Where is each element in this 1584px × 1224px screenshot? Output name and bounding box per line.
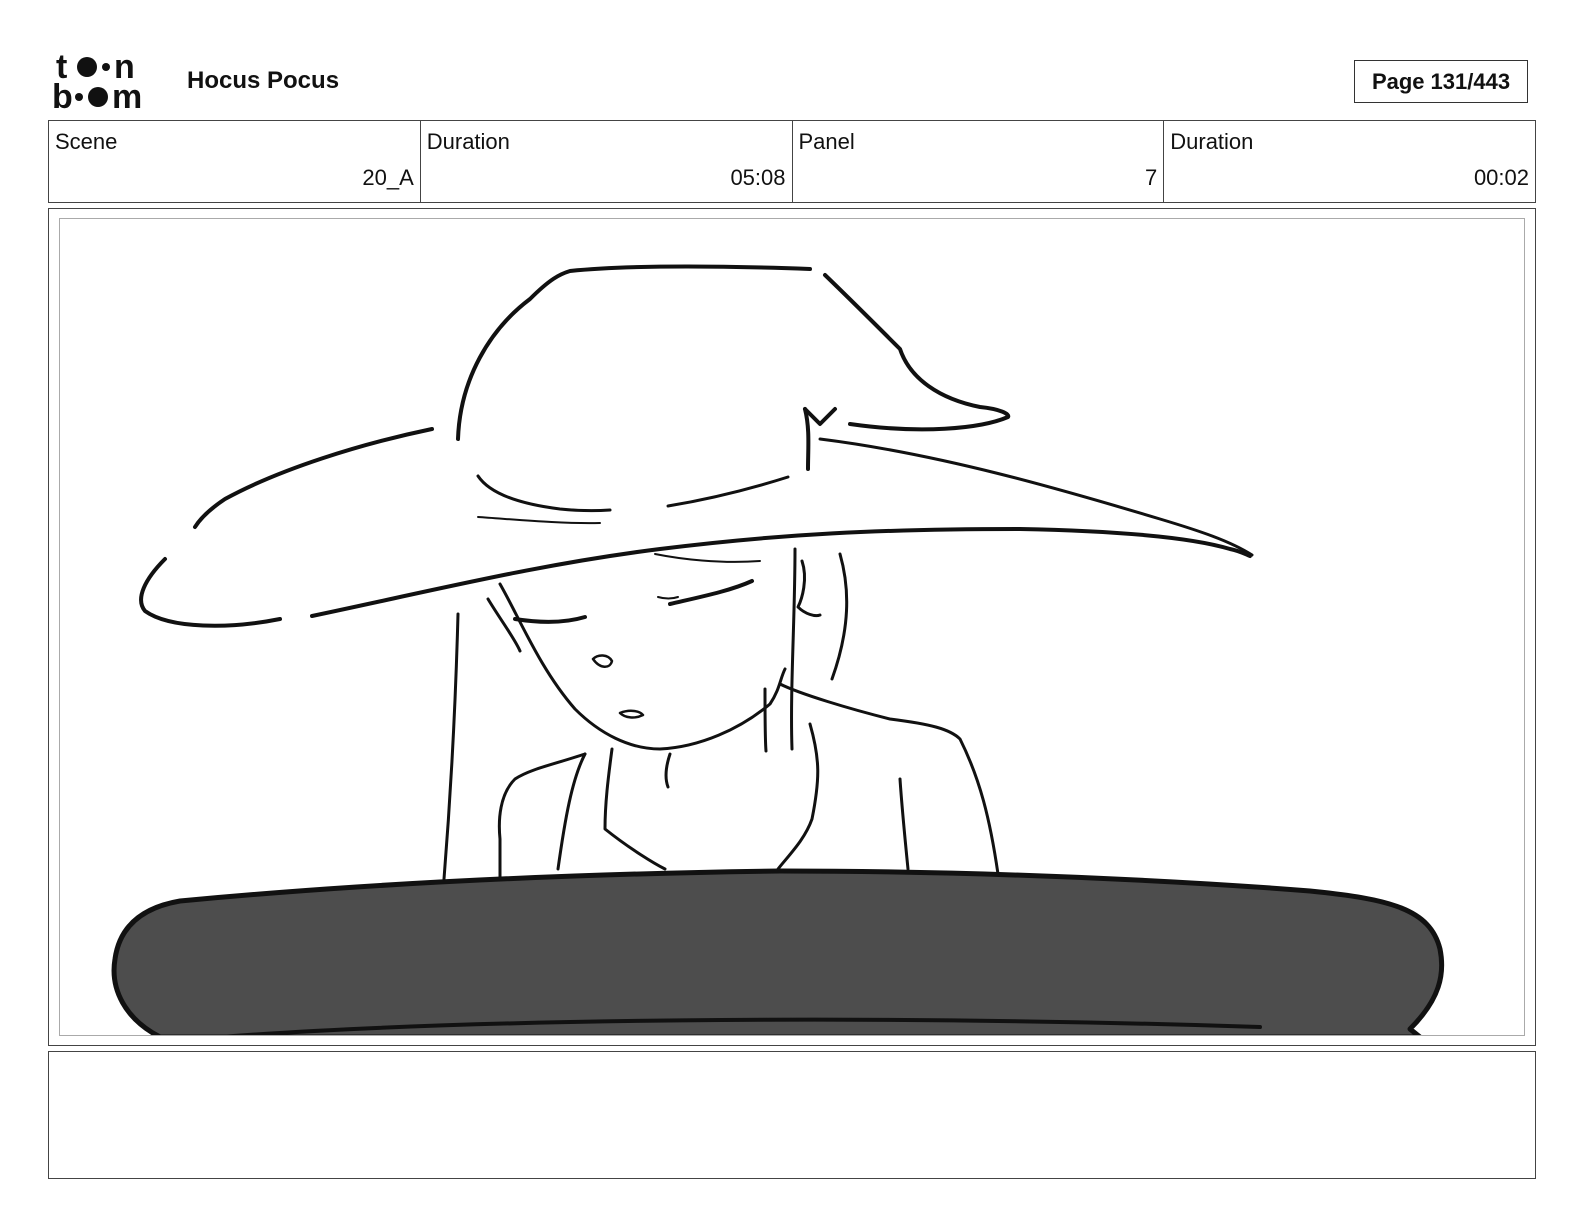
panel-info-table: Scene 20_A Duration 05:08 Panel 7 Durati… <box>48 120 1536 203</box>
panel-cell: Panel 7 <box>793 121 1165 202</box>
panel-frame <box>48 208 1536 1046</box>
scene-cell: Scene 20_A <box>49 121 421 202</box>
panel-drawing <box>59 218 1525 1036</box>
svg-text:b: b <box>52 78 73 112</box>
foreground-object <box>111 868 1445 1035</box>
svg-text:m: m <box>112 78 142 112</box>
toonboom-logo: t n b m <box>50 48 165 116</box>
panel-label: Panel <box>798 129 855 154</box>
panel-duration-label: Duration <box>1170 129 1254 154</box>
page-label: Page <box>1371 68 1425 94</box>
panel-duration-cell: Duration 00:02 <box>1164 121 1535 202</box>
scene-label: Scene <box>55 129 118 154</box>
page-indicator: Page 131/443 <box>1354 60 1528 103</box>
storyboard-page: t n b m Hocus Pocus Page 131/443 Scene 2… <box>0 0 1584 1224</box>
panel-value: 7 <box>1145 165 1158 190</box>
panel-duration-value: 00:02 <box>1473 165 1529 190</box>
project-title: Hocus Pocus <box>187 67 340 94</box>
scene-duration-label: Duration <box>426 129 510 154</box>
page-number: 131/443 <box>1430 68 1511 94</box>
hat-sketch <box>139 264 1254 628</box>
scene-value: 20_A <box>362 165 414 190</box>
panel-notes <box>48 1051 1536 1179</box>
character-sketch <box>442 547 1000 881</box>
scene-duration-cell: Duration 05:08 <box>421 121 793 202</box>
scene-duration-value: 05:08 <box>730 165 786 190</box>
